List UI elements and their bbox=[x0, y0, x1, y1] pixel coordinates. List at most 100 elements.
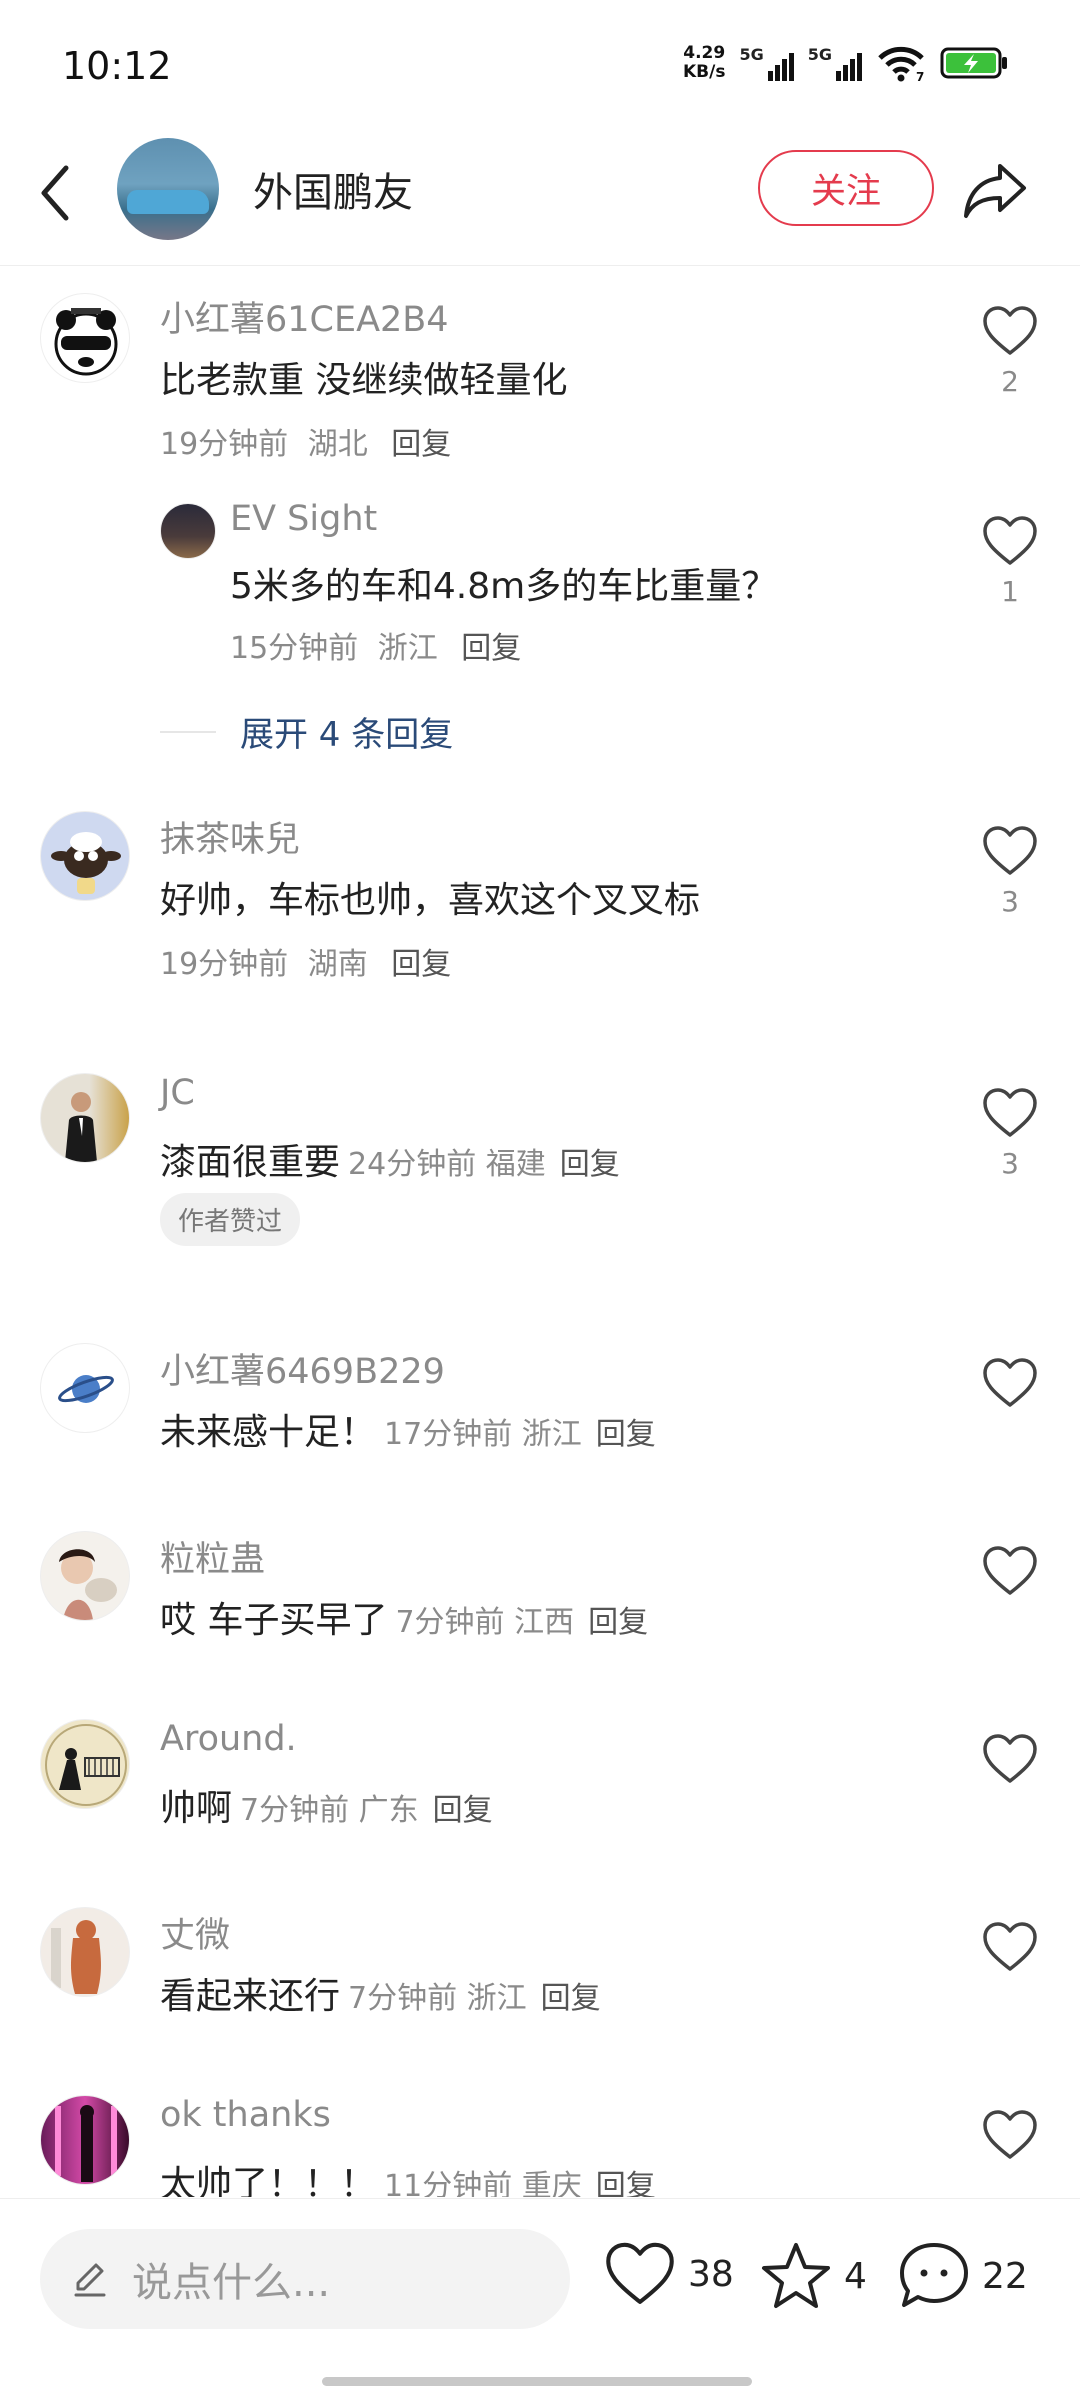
collect-button[interactable]: 4 bbox=[760, 2241, 867, 2311]
avatar[interactable] bbox=[40, 1719, 130, 1809]
share-arrow-icon bbox=[964, 164, 1026, 218]
like-total: 38 bbox=[688, 2253, 734, 2295]
wifi-icon: 7 bbox=[878, 46, 924, 82]
comment-total: 22 bbox=[982, 2255, 1028, 2297]
pencil-icon bbox=[74, 2263, 106, 2297]
reply-button[interactable]: 回复 bbox=[391, 427, 451, 462]
like-button[interactable] bbox=[982, 305, 1038, 357]
comment-username[interactable]: ok thanks bbox=[160, 2095, 331, 2135]
follow-button[interactable]: 关注 bbox=[758, 150, 934, 226]
reply-username[interactable]: EV Sight bbox=[230, 499, 377, 539]
reply-meta: 15分钟前 浙江 回复 bbox=[230, 631, 522, 666]
heart-outline-icon bbox=[983, 826, 1037, 875]
like-button[interactable] bbox=[982, 1921, 1038, 1973]
status-time: 10:12 bbox=[62, 44, 172, 88]
signal-sim1-icon: 5G bbox=[739, 45, 794, 81]
avatar[interactable] bbox=[40, 1073, 130, 1163]
like-button[interactable] bbox=[982, 515, 1038, 567]
comment-username[interactable]: 丈微 bbox=[160, 1907, 230, 1958]
comment-text[interactable]: 好帅，车标也帅，喜欢这个叉叉标 bbox=[160, 871, 700, 923]
like-button[interactable] bbox=[982, 1545, 1038, 1597]
author-avatar[interactable] bbox=[117, 138, 219, 240]
bottom-action-bar: 说点什么... 38 4 22 bbox=[0, 2198, 1080, 2400]
like-button[interactable] bbox=[982, 1733, 1038, 1785]
comment-text: 太帅了！！！ 11分钟前 重庆 回复 bbox=[160, 2155, 656, 2197]
avatar[interactable] bbox=[40, 2095, 130, 2185]
planet-avatar-image bbox=[58, 1375, 114, 1403]
back-button[interactable] bbox=[36, 158, 76, 228]
comment-input[interactable]: 说点什么... bbox=[40, 2229, 570, 2329]
reply-text[interactable]: 5米多的车和4.8m多的车比重量？ bbox=[230, 557, 777, 609]
avatar[interactable] bbox=[40, 293, 130, 383]
avatar[interactable] bbox=[40, 1343, 130, 1433]
author-name[interactable]: 外国鹏友 bbox=[253, 160, 413, 218]
reply-button[interactable]: 回复 bbox=[588, 1605, 648, 1640]
chat-bubble-icon bbox=[900, 2243, 968, 2307]
comment-text: 漆面很重要 24分钟前 福建 回复 bbox=[160, 1142, 620, 1183]
sheep-avatar-image bbox=[51, 832, 121, 894]
reply-button[interactable]: 回复 bbox=[596, 2169, 656, 2197]
heart-outline-icon bbox=[983, 1358, 1037, 1407]
heart-outline-icon bbox=[983, 516, 1037, 565]
like-count: 3 bbox=[1001, 885, 1019, 918]
like-count: 2 bbox=[1001, 365, 1019, 398]
comment-text[interactable]: 比老款重 没继续做轻量化 bbox=[160, 351, 567, 403]
reply-button[interactable]: 回复 bbox=[433, 1793, 493, 1828]
like-count: 3 bbox=[1001, 1147, 1019, 1180]
heart-outline-icon bbox=[983, 306, 1037, 355]
collect-total: 4 bbox=[844, 2255, 867, 2297]
comments-button[interactable]: 22 bbox=[898, 2241, 1028, 2311]
svg-text:7: 7 bbox=[916, 70, 924, 82]
illustration-avatar-image bbox=[45, 1724, 127, 1806]
man-in-suit-avatar-image bbox=[65, 1092, 97, 1162]
comment-text: 哎 车子买早了 7分钟前 江西 回复 bbox=[160, 1600, 649, 1641]
avatar[interactable] bbox=[40, 811, 130, 901]
comment-username[interactable]: Around. bbox=[160, 1719, 297, 1759]
avatar[interactable] bbox=[160, 503, 216, 559]
avatar[interactable] bbox=[40, 1531, 130, 1621]
share-button[interactable] bbox=[962, 158, 1030, 222]
comment-username[interactable]: 小红薯61CEA2B4 bbox=[160, 291, 449, 342]
comment-meta: 19分钟前 湖南 回复 bbox=[160, 947, 452, 982]
author-liked-badge: 作者赞过 bbox=[160, 1193, 301, 1246]
portrait-avatar-image bbox=[59, 1549, 117, 1620]
chevron-left-icon bbox=[41, 165, 69, 221]
status-bar: 10:12 4.29 KB/s 5G 5G 7 bbox=[0, 0, 1080, 130]
status-icons: 4.29 KB/s 5G 5G 7 bbox=[683, 44, 1010, 82]
comment-username[interactable]: 小红薯6469B229 bbox=[160, 1343, 445, 1394]
star-outline-icon bbox=[762, 2243, 830, 2308]
heart-outline-icon bbox=[983, 1546, 1037, 1595]
battery-icon bbox=[940, 47, 1007, 79]
heart-outline-icon bbox=[606, 2242, 674, 2304]
comment-username[interactable]: 抹茶味兒 bbox=[160, 811, 300, 862]
reply-button[interactable]: 回复 bbox=[596, 1417, 656, 1452]
comment-text: 未来感十足！ 17分钟前 浙江 回复 bbox=[160, 1412, 656, 1453]
reply-button[interactable]: 回复 bbox=[461, 631, 521, 666]
like-button[interactable] bbox=[982, 1357, 1038, 1409]
comment-text: 帅啊 7分钟前 广东 回复 bbox=[160, 1788, 493, 1829]
comment-list: 小红薯61CEA2B4 比老款重 没继续做轻量化 19分钟前 湖北 回复 2 E… bbox=[0, 267, 1080, 2197]
neon-avatar-image bbox=[55, 2105, 117, 2182]
like-button[interactable] bbox=[982, 2109, 1038, 2161]
reply-button[interactable]: 回复 bbox=[541, 1981, 601, 2016]
avatar[interactable] bbox=[40, 1907, 130, 1997]
heart-outline-icon bbox=[983, 1088, 1037, 1137]
comment-username[interactable]: JC bbox=[160, 1073, 195, 1113]
figure-avatar-image bbox=[51, 1920, 101, 1994]
heart-outline-icon bbox=[983, 2110, 1037, 2159]
reply-button[interactable]: 回复 bbox=[560, 1147, 620, 1182]
comment-input-placeholder: 说点什么... bbox=[132, 2260, 331, 2306]
comment-username[interactable]: 粒粒蛊 bbox=[160, 1531, 265, 1582]
expand-replies-button[interactable]: 展开 4 条回复 bbox=[160, 707, 453, 756]
post-header: 外国鹏友 关注 bbox=[0, 130, 1080, 266]
comment-meta: 19分钟前 湖北 回复 bbox=[160, 427, 452, 462]
home-indicator[interactable] bbox=[322, 2377, 752, 2386]
panda-avatar-image bbox=[54, 308, 118, 376]
like-button[interactable] bbox=[982, 1087, 1038, 1139]
like-post-button[interactable]: 38 bbox=[604, 2241, 734, 2307]
heart-outline-icon bbox=[983, 1922, 1037, 1971]
reply-button[interactable]: 回复 bbox=[391, 947, 451, 982]
like-button[interactable] bbox=[982, 825, 1038, 877]
like-count: 1 bbox=[1001, 575, 1019, 608]
network-speed: 4.29 KB/s bbox=[683, 43, 726, 82]
